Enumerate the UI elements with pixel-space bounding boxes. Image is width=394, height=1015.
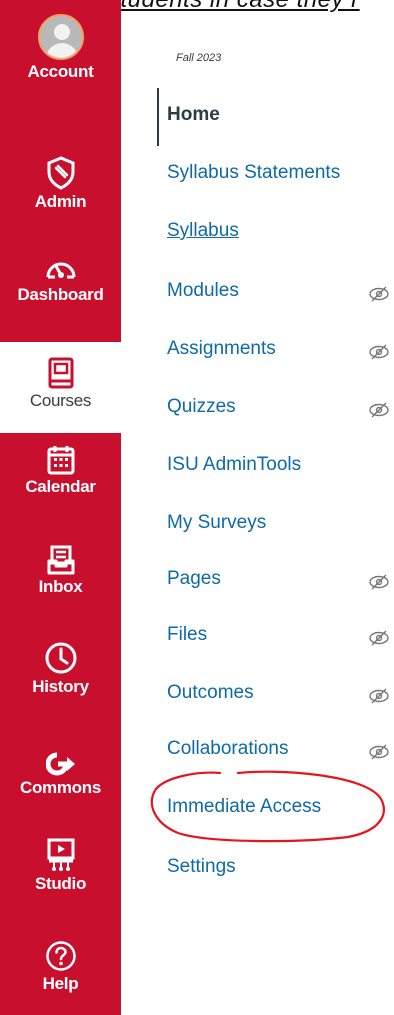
global-nav-dashboard-label: Dashboard (17, 285, 104, 304)
clock-icon (45, 642, 76, 674)
global-nav-account[interactable]: Account (0, 14, 121, 82)
global-nav-commons-label: Commons (19, 778, 102, 797)
global-nav-admin-label: Admin (34, 192, 87, 211)
hidden-eye-slash-icon (369, 688, 389, 704)
dashboard-gauge-icon (46, 262, 75, 279)
global-nav-admin[interactable]: Admin (0, 156, 121, 212)
hidden-eye-slash-icon (369, 574, 389, 590)
course-nav-syllabus[interactable]: Syllabus (167, 220, 239, 242)
hidden-eye-slash-icon (369, 630, 389, 646)
course-nav-my-surveys[interactable]: My Surveys (167, 512, 266, 534)
shield-icon (47, 156, 74, 190)
global-nav-history-label: History (32, 677, 89, 696)
course-term: Fall 2023 (176, 52, 222, 64)
global-navigation: Account Admin Dashboard Courses Calendar… (0, 0, 121, 1015)
hidden-eye-slash-icon (369, 286, 389, 302)
global-nav-help-label: Help (42, 974, 79, 993)
global-nav-calendar[interactable]: Calendar (0, 445, 121, 497)
active-indicator-bar (157, 88, 159, 146)
global-nav-studio[interactable]: Studio (0, 838, 121, 894)
course-nav-pages[interactable]: Pages (167, 568, 221, 590)
course-nav-files[interactable]: Files (167, 624, 207, 646)
global-nav-studio-label: Studio (34, 874, 87, 893)
global-nav-history[interactable]: History (0, 641, 121, 697)
hidden-eye-slash-icon (369, 744, 389, 760)
course-nav-collaborations[interactable]: Collaborations (167, 738, 288, 760)
page-heading-fragment: students in case they r (108, 0, 360, 14)
course-nav-settings[interactable]: Settings (167, 856, 236, 878)
global-nav-inbox[interactable]: Inbox (0, 545, 121, 597)
calendar-icon (47, 446, 74, 475)
global-nav-commons[interactable]: Commons (0, 752, 121, 798)
course-nav-quizzes[interactable]: Quizzes (167, 396, 236, 418)
inbox-icon (47, 545, 74, 575)
global-nav-help[interactable]: Help (0, 940, 121, 994)
global-nav-courses-label: Courses (29, 391, 92, 410)
global-nav-courses[interactable]: Courses (0, 342, 121, 433)
studio-screen-icon (47, 838, 74, 871)
book-icon (48, 357, 73, 389)
hidden-eye-slash-icon (369, 402, 389, 418)
help-question-icon (45, 941, 76, 971)
global-nav-account-label: Account (27, 62, 94, 81)
hand-drawn-highlight-circle (150, 770, 385, 843)
global-nav-inbox-label: Inbox (38, 577, 83, 596)
course-nav-home[interactable]: Home (167, 104, 220, 126)
hidden-eye-slash-icon (369, 344, 389, 360)
course-nav-isu-admintools[interactable]: ISU AdminTools (167, 454, 301, 476)
course-nav-modules[interactable]: Modules (167, 280, 239, 302)
course-nav-assignments[interactable]: Assignments (167, 338, 276, 360)
commons-share-icon (45, 752, 75, 776)
course-nav-outcomes[interactable]: Outcomes (167, 682, 254, 704)
global-nav-calendar-label: Calendar (25, 477, 96, 496)
global-nav-dashboard[interactable]: Dashboard (0, 253, 121, 305)
avatar (37, 14, 84, 60)
course-nav-syllabus-statements[interactable]: Syllabus Statements (167, 162, 340, 184)
